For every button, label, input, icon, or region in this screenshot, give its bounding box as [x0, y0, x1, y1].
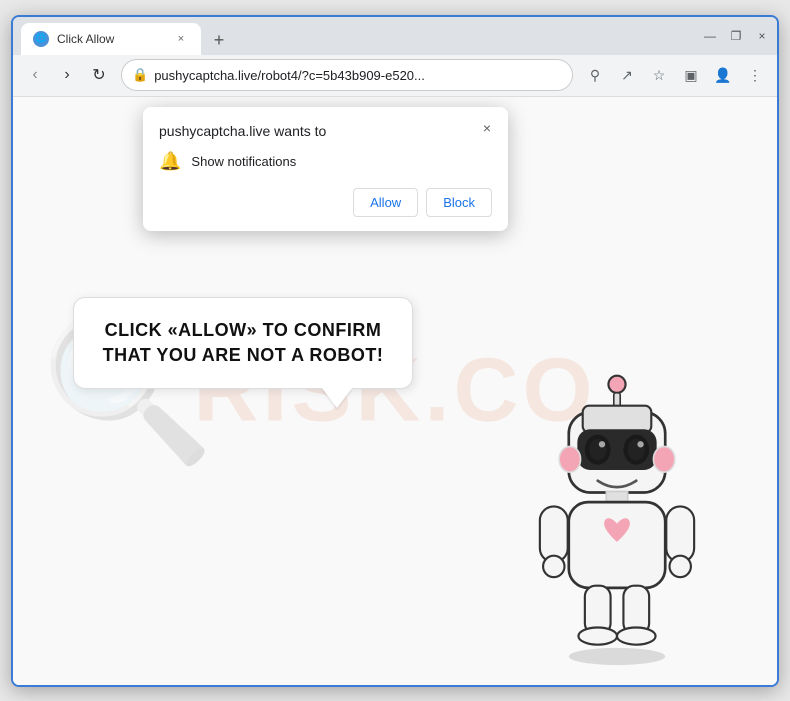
new-tab-button[interactable]: + [205, 27, 233, 55]
tab-favicon: 🌐 [33, 31, 49, 47]
bookmark-icon[interactable]: ☆ [645, 61, 673, 89]
robot-svg [507, 365, 727, 665]
tab-area: 🌐 Click Allow × + [21, 17, 691, 55]
tab-title: Click Allow [57, 32, 165, 46]
maximize-button[interactable]: ❐ [729, 29, 743, 43]
profile-icon[interactable]: 👤 [709, 61, 737, 89]
bubble-text: CLICK «ALLOW» TO CONFIRM THAT YOU ARE NO… [98, 318, 388, 368]
extensions-icon[interactable]: ▣ [677, 61, 705, 89]
popup-close-button[interactable]: × [476, 117, 498, 139]
tab-close-button[interactable]: × [173, 31, 189, 47]
address-bar[interactable]: 🔒 pushycaptcha.live/robot4/?c=5b43b909-e… [121, 59, 573, 91]
allow-button[interactable]: Allow [353, 188, 418, 217]
minimize-button[interactable]: — [703, 29, 717, 43]
block-button[interactable]: Block [426, 188, 492, 217]
window-close-button[interactable]: × [755, 29, 769, 43]
back-button[interactable]: ‹ [21, 61, 49, 89]
window-controls: — ❐ × [703, 29, 769, 43]
url-text: pushycaptcha.live/robot4/?c=5b43b909-e52… [154, 68, 562, 83]
popup-buttons: Allow Block [159, 188, 492, 217]
popup-notification-label: Show notifications [191, 154, 296, 169]
search-icon[interactable]: ⚲ [581, 61, 609, 89]
popup-title: pushycaptcha.live wants to [159, 123, 492, 139]
menu-icon[interactable]: ⋮ [741, 61, 769, 89]
reload-button[interactable]: ↻ [85, 61, 113, 89]
speech-bubble: CLICK «ALLOW» TO CONFIRM THAT YOU ARE NO… [73, 297, 413, 389]
notification-popup: × pushycaptcha.live wants to 🔔 Show noti… [143, 107, 508, 231]
page-content: 🔍 RISK.CO × pushycaptcha.live wants to 🔔… [13, 97, 777, 685]
security-icon: 🔒 [132, 67, 148, 83]
browser-window: 🌐 Click Allow × + — ❐ × ‹ › ↻ 🔒 pushycap… [11, 15, 779, 687]
popup-notification-row: 🔔 Show notifications [159, 151, 492, 172]
nav-bar: ‹ › ↻ 🔒 pushycaptcha.live/robot4/?c=5b43… [13, 55, 777, 97]
nav-icons: ⚲ ↗ ☆ ▣ 👤 ⋮ [581, 61, 769, 89]
forward-button[interactable]: › [53, 61, 81, 89]
share-icon[interactable]: ↗ [613, 61, 641, 89]
title-bar: 🌐 Click Allow × + — ❐ × [13, 17, 777, 55]
browser-tab[interactable]: 🌐 Click Allow × [21, 23, 201, 55]
robot-character [507, 365, 727, 665]
bell-icon: 🔔 [159, 151, 181, 172]
